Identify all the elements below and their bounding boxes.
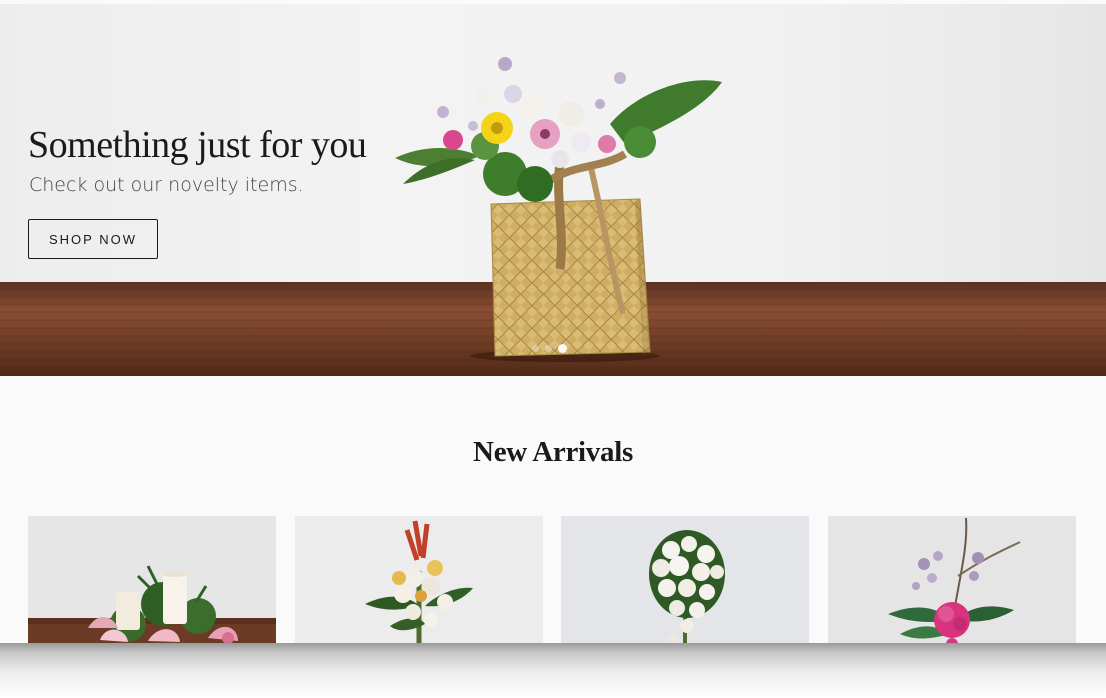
bottom-shadow [0,643,1106,698]
page: Something just for you Check out our nov… [0,0,1106,643]
product-card[interactable] [561,516,809,643]
hero-title: Something just for you [28,124,367,166]
candle-lily-centerpiece-image [28,516,276,643]
product-grid [28,516,1076,643]
carousel-dot-active[interactable] [558,344,567,353]
carousel-dots [532,344,567,353]
woven-bag-bouquet-image [395,57,722,362]
pink-carnation-ikebana-image [827,516,1076,643]
tropical-standing-spray-image [294,516,543,643]
hero-subtitle: Check out our novelty items. [29,174,304,196]
product-card[interactable] [827,516,1076,643]
hero-banner[interactable]: Something just for you Check out our nov… [0,4,1106,376]
carousel-dot[interactable] [532,345,539,352]
product-card[interactable] [28,516,276,643]
product-card[interactable] [294,516,543,643]
carousel-dot[interactable] [545,345,552,352]
section-title: New Arrivals [473,436,633,468]
white-rose-standing-wreath-image [561,516,809,643]
shop-now-button[interactable]: SHOP NOW [28,219,158,259]
